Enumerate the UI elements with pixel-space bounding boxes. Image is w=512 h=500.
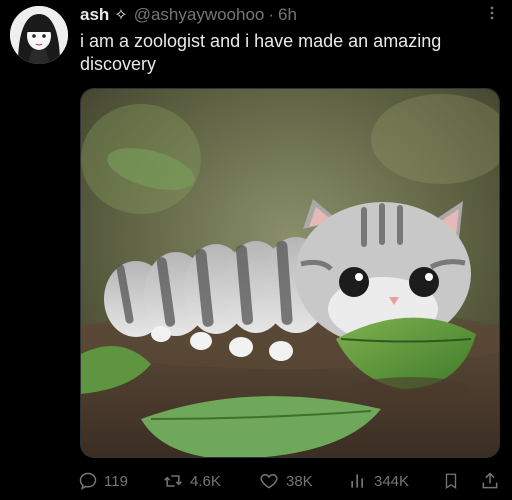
avatar-image — [10, 6, 68, 64]
separator-dot: · — [268, 5, 275, 24]
views-count: 344K — [374, 472, 410, 490]
repost-button[interactable]: 4.6K — [162, 466, 221, 496]
display-name[interactable]: ash — [80, 5, 109, 25]
views-button[interactable]: 344K — [348, 466, 409, 496]
heart-icon — [260, 473, 278, 489]
reply-count: 119 — [104, 472, 128, 490]
share-icon — [482, 472, 498, 489]
views-icon — [351, 474, 363, 488]
share-button[interactable] — [480, 466, 500, 496]
post-text: i am a zoologist and i have made an amaz… — [80, 31, 442, 74]
bookmark-icon — [445, 473, 457, 490]
repost-icon — [164, 475, 182, 487]
reply-button[interactable]: 119 — [78, 466, 128, 496]
like-count: 38K — [286, 472, 313, 490]
action-bar: 119 4.6K 38K 344K — [78, 466, 508, 496]
post-header: ash ✧ @ashyaywoohoo · 6h — [80, 3, 482, 27]
avatar[interactable] — [10, 6, 68, 64]
reply-icon — [79, 472, 97, 491]
bookmark-button[interactable] — [442, 466, 460, 496]
sparkle-icon: ✧ — [114, 7, 128, 24]
repost-count: 4.6K — [190, 472, 221, 490]
more-icon[interactable] — [490, 6, 494, 20]
timestamp[interactable]: 6h — [278, 5, 297, 25]
handle[interactable]: @ashyaywoohoo — [134, 5, 265, 25]
like-button[interactable]: 38K — [258, 466, 313, 496]
post-media-image[interactable] — [80, 88, 500, 458]
